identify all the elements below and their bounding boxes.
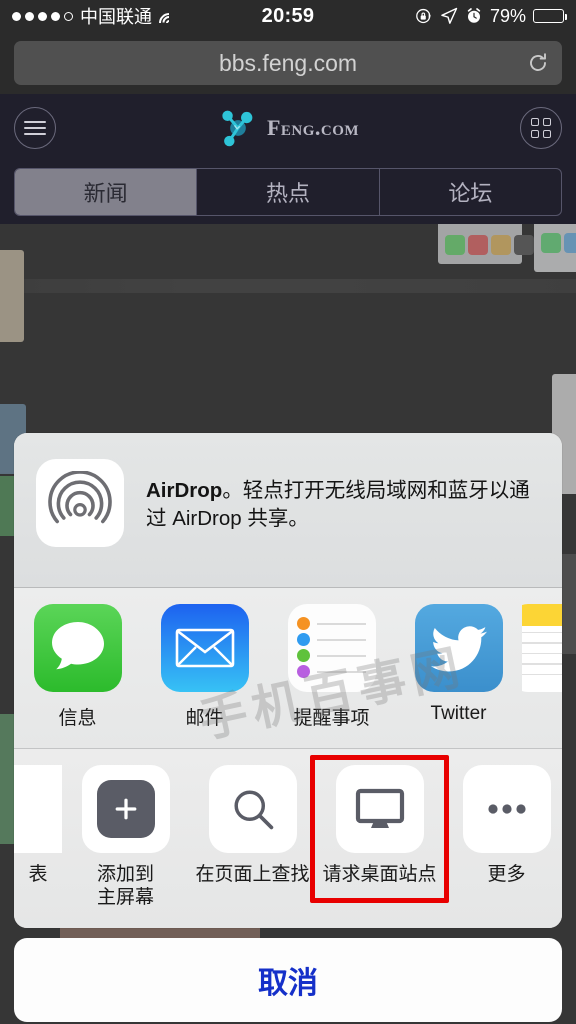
share-app-twitter[interactable]: Twitter	[395, 603, 522, 725]
hamburger-menu-icon	[24, 121, 46, 135]
share-actions-row[interactable]: 表 添加到 主屏幕 在页面上查找 请求桌面站点 更多	[14, 748, 562, 928]
share-app-label: Twitter	[430, 702, 487, 724]
grid-apps-icon	[531, 118, 551, 138]
notes-icon	[522, 603, 562, 692]
site-menu-button[interactable]	[14, 107, 56, 149]
share-app-notes[interactable]	[522, 603, 562, 703]
tab-forum[interactable]: 论坛	[380, 169, 561, 215]
reminders-icon	[287, 603, 376, 692]
action-label: 在页面上查找	[195, 863, 310, 885]
airdrop-description: AirDrop。轻点打开无线局域网和蓝牙以通过 AirDrop 共享。	[146, 459, 540, 534]
share-app-reminders[interactable]: 提醒事项	[268, 603, 395, 730]
browser-toolbar: bbs.feng.com	[0, 32, 576, 94]
status-bar-left: 中国联通	[12, 3, 262, 37]
share-app-messages[interactable]: 信息	[14, 603, 141, 730]
address-bar[interactable]: bbs.feng.com	[14, 41, 562, 85]
messages-icon	[33, 603, 122, 692]
mail-icon	[160, 603, 249, 692]
action-add-to-home-screen[interactable]: 添加到 主屏幕	[62, 764, 189, 911]
battery-icon	[533, 9, 568, 23]
url-text: bbs.feng.com	[218, 49, 358, 76]
action-find-on-page[interactable]: 在页面上查找	[189, 764, 316, 887]
site-brand-label: Feng.com	[266, 115, 360, 140]
twitter-icon	[414, 603, 503, 692]
iphone-screen: 中国联通 20:59 79% bbs.feng.com Feng.com 新闻 …	[0, 0, 576, 1024]
rotation-lock-icon	[416, 8, 431, 24]
location-arrow-icon	[441, 7, 458, 24]
share-app-label: 提醒事项	[293, 707, 370, 729]
wifi-icon	[154, 8, 184, 37]
site-header: Feng.com	[0, 94, 576, 162]
reload-icon[interactable]	[526, 51, 550, 75]
share-sheet: AirDrop。轻点打开无线局域网和蓝牙以通过 AirDrop 共享。 信息 邮…	[14, 432, 562, 1024]
share-sheet-card: AirDrop。轻点打开无线局域网和蓝牙以通过 AirDrop 共享。 信息 邮…	[14, 432, 562, 928]
tab-hot[interactable]: 热点	[197, 169, 380, 215]
share-apps-row[interactable]: 信息 邮件 提醒事项 Twitter	[14, 587, 562, 749]
add-to-home-screen-icon	[81, 764, 170, 853]
airdrop-radar-glyph	[48, 470, 112, 523]
web-page: Feng.com 新闻 热点 论坛 AirDrop。轻点打开无线局域网和蓝牙以通…	[0, 94, 576, 1024]
tab-news[interactable]: 新闻	[15, 169, 198, 215]
feng-molecule-logo-icon	[222, 110, 253, 147]
cancel-button[interactable]: 取消	[14, 938, 562, 1022]
alarm-clock-icon	[467, 8, 481, 23]
request-desktop-site-icon	[335, 764, 424, 853]
airdrop-title: AirDrop	[146, 478, 223, 502]
more-dots-icon	[462, 764, 551, 853]
carrier-label: 中国联通	[80, 7, 152, 27]
status-bar-right: 79%	[314, 5, 568, 27]
action-reading-list[interactable]: 表	[14, 764, 62, 887]
site-brand: Feng.com	[217, 108, 359, 148]
share-app-mail[interactable]: 邮件	[141, 603, 268, 730]
segmented-control: 新闻 热点 论坛	[14, 168, 562, 216]
action-label: 表	[28, 863, 48, 885]
airdrop-section[interactable]: AirDrop。轻点打开无线局域网和蓝牙以通过 AirDrop 共享。	[14, 432, 562, 588]
share-app-label: 信息	[58, 707, 97, 729]
find-on-page-icon	[208, 764, 297, 853]
signal-strength-icon	[12, 11, 73, 21]
action-request-desktop-site[interactable]: 请求桌面站点	[310, 754, 449, 903]
airdrop-icon	[36, 458, 124, 547]
action-more[interactable]: 更多	[443, 764, 562, 887]
reading-list-icon	[14, 764, 62, 853]
page-body: AirDrop。轻点打开无线局域网和蓝牙以通过 AirDrop 共享。 信息 邮…	[0, 224, 576, 1024]
site-grid-button[interactable]	[520, 107, 562, 149]
cancel-label: 取消	[258, 967, 318, 1000]
action-label: 请求桌面站点	[322, 863, 437, 885]
action-label: 更多	[487, 863, 526, 885]
status-bar-clock: 20:59	[261, 4, 315, 27]
action-label: 添加到 主屏幕	[96, 863, 154, 909]
battery-percent-label: 79%	[489, 5, 526, 26]
share-app-label: 邮件	[185, 707, 224, 729]
site-tabbar: 新闻 热点 论坛	[0, 162, 576, 224]
status-bar: 中国联通 20:59 79%	[0, 0, 576, 37]
